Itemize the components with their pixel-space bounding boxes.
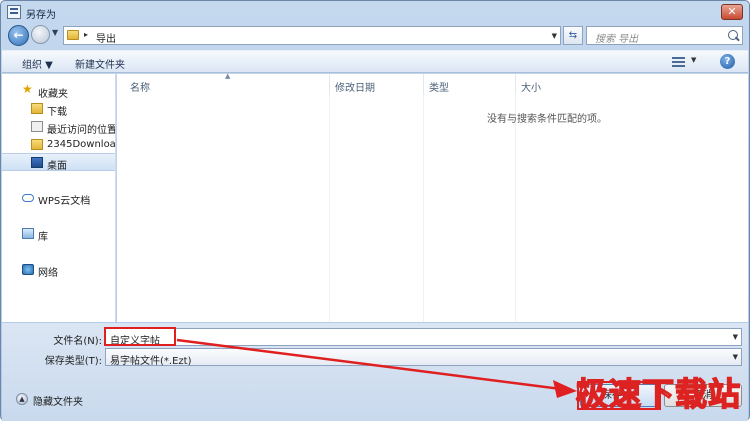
app-icon — [7, 5, 21, 19]
save-as-dialog: 另存为 ✕ ← ▼ ▸ 导出 ▼ ⇆ 搜索 导出 组织 ▼ 新建文件夹 ▼ ? … — [0, 0, 750, 421]
sidebar-item-label: 网络 — [38, 268, 58, 279]
star-icon: ★ — [22, 82, 33, 96]
sidebar-item-label: 收藏夹 — [38, 89, 68, 100]
recent-places-icon — [31, 121, 43, 132]
column-divider — [423, 94, 424, 322]
desktop-icon — [31, 157, 43, 168]
back-button[interactable]: ← — [8, 25, 29, 46]
new-folder-button[interactable]: 新建文件夹 — [75, 56, 125, 71]
sidebar-item-recent-places[interactable]: 最近访问的位置 — [2, 118, 116, 136]
history-dropdown-icon[interactable]: ▼ — [52, 28, 58, 37]
sidebar-item-libraries[interactable]: 库 — [2, 225, 115, 243]
column-header-name[interactable]: 名称 ▲ — [117, 72, 329, 94]
download-folder-icon — [31, 103, 43, 114]
watermark: 极速下载站 — [575, 374, 742, 414]
sidebar-item-2345downloads[interactable]: 2345Downloads — [2, 136, 116, 154]
filename-field[interactable]: 自定义字帖 ▼ — [105, 328, 742, 347]
cloud-icon — [22, 194, 34, 202]
chevron-right-icon[interactable]: ▸ — [84, 30, 88, 39]
sidebar-item-downloads[interactable]: 下载 — [2, 100, 115, 118]
filetype-label: 保存类型(T): — [44, 356, 102, 367]
chevron-down-icon[interactable]: ▼ — [552, 32, 557, 40]
empty-results-message: 没有与搜索条件匹配的项。 — [487, 114, 607, 125]
library-icon — [22, 228, 34, 239]
refresh-button[interactable]: ⇆ — [563, 26, 583, 45]
window-title: 另存为 — [26, 10, 56, 21]
sidebar-item-network[interactable]: 网络 — [2, 261, 115, 279]
search-placeholder: 搜索 导出 — [595, 34, 639, 45]
sidebar-item-label: 最近访问的位置 — [47, 125, 116, 136]
search-icon[interactable] — [728, 30, 738, 40]
sidebar-item-label: 下载 — [47, 107, 67, 118]
column-header-type[interactable]: 类型 — [423, 74, 515, 94]
sidebar-item-label: 桌面 — [47, 161, 67, 171]
filename-highlight — [104, 327, 176, 346]
sidebar-item-wps-cloud[interactable]: WPS云文档 — [2, 189, 115, 207]
chevron-down-icon[interactable]: ▼ — [733, 353, 738, 361]
organize-button[interactable]: 组织 ▼ — [22, 56, 53, 71]
column-header-size[interactable]: 大小 — [515, 74, 555, 94]
filetype-select[interactable]: 易字帖文件(*.Ezt) ▼ — [105, 348, 742, 367]
chevron-down-icon[interactable]: ▼ — [691, 56, 696, 64]
hide-folders-toggle[interactable]: 隐藏文件夹 — [33, 393, 83, 408]
navigation-bar: ← ▼ ▸ 导出 ▼ ⇆ 搜索 导出 — [1, 23, 749, 49]
filetype-value: 易字帖文件(*.Ezt) — [110, 356, 192, 367]
search-input[interactable]: 搜索 导出 — [586, 26, 743, 45]
command-bar: 组织 ▼ 新建文件夹 ▼ ? — [2, 50, 748, 73]
close-button[interactable]: ✕ — [721, 4, 743, 20]
sidebar-item-label: 2345Downloads — [47, 139, 116, 150]
chevron-up-icon[interactable]: ▲ — [16, 393, 28, 405]
sidebar-item-favorites[interactable]: ★ 收藏夹 — [2, 82, 115, 100]
view-options-icon[interactable] — [672, 57, 685, 67]
help-icon[interactable]: ? — [720, 54, 735, 69]
column-header-date[interactable]: 修改日期 — [329, 74, 423, 94]
forward-button[interactable] — [31, 25, 50, 44]
filename-label: 文件名(N): — [53, 336, 102, 347]
sidebar-item-desktop[interactable]: 桌面 — [2, 153, 115, 171]
sort-ascending-icon: ▲ — [225, 72, 231, 80]
title-bar: 另存为 ✕ — [1, 1, 749, 23]
sidebar-item-label: WPS云文档 — [38, 196, 91, 207]
column-divider — [515, 94, 516, 322]
file-list: 名称 ▲ 修改日期 类型 大小 没有与搜索条件匹配的项。 — [117, 72, 748, 322]
address-bar[interactable]: ▸ 导出 ▼ — [63, 26, 561, 45]
network-icon — [22, 264, 34, 275]
column-header-label: 名称 — [130, 83, 150, 94]
address-crumb[interactable]: 导出 — [96, 30, 116, 45]
chevron-down-icon[interactable]: ▼ — [733, 333, 738, 341]
column-divider — [329, 94, 330, 322]
folder-icon — [31, 139, 43, 150]
navigation-pane: ★ 收藏夹 下载 最近访问的位置 2345Downloads 桌面 WPS云文档… — [2, 74, 116, 322]
sidebar-item-label: 库 — [38, 232, 48, 243]
folder-icon — [67, 30, 79, 40]
